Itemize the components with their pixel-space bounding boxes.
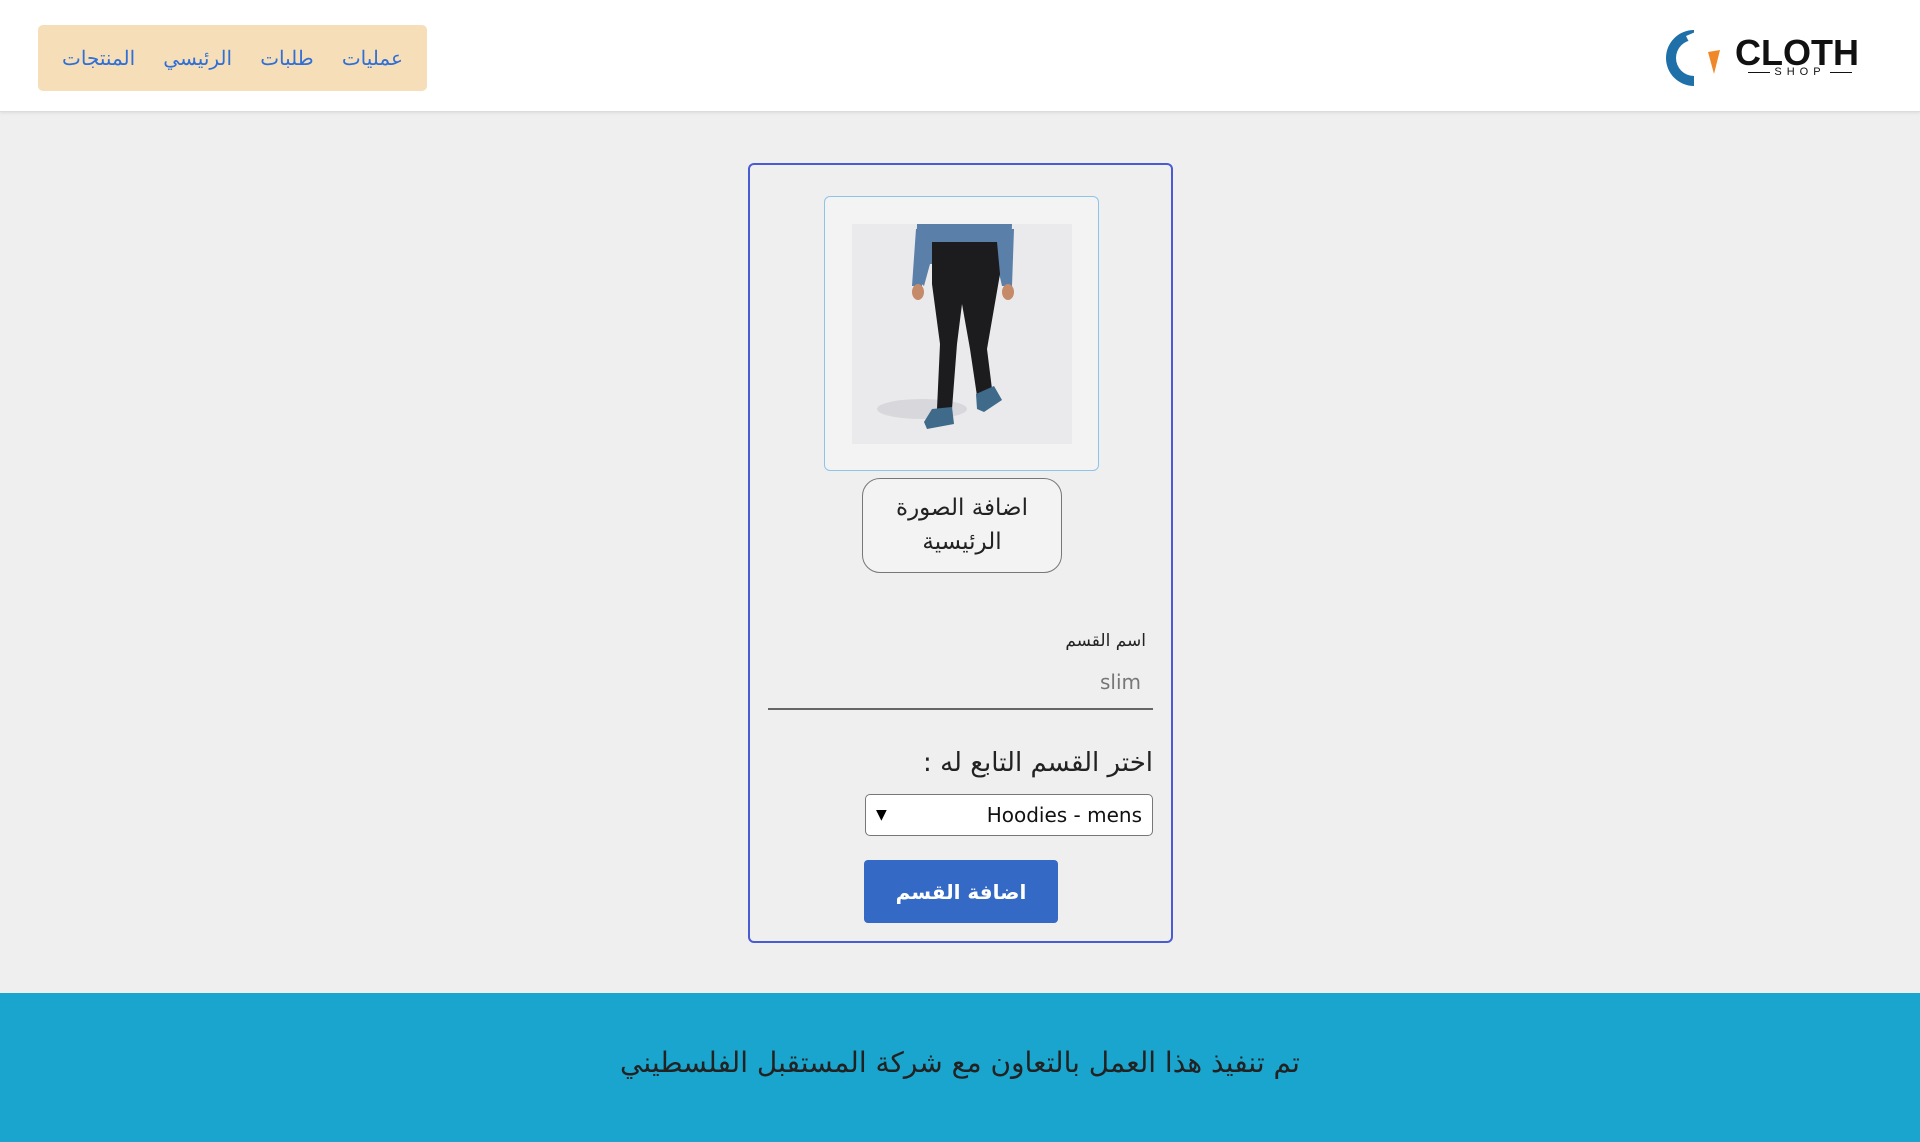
parent-category-label: اختر القسم التابع له : bbox=[923, 748, 1153, 778]
logo-subtitle: SHOP bbox=[1748, 66, 1852, 78]
footer: تم تنفيذ هذا العمل بالتعاون مع شركة المس… bbox=[0, 993, 1920, 1142]
header: عمليات طلبات الرئيسي المنتجات CLOTH SHOP bbox=[0, 0, 1920, 112]
image-preview bbox=[824, 196, 1099, 471]
upload-main-image-button[interactable]: اضافة الصورة الرئيسية bbox=[862, 478, 1062, 573]
category-name-input[interactable] bbox=[768, 656, 1153, 710]
main-nav: عمليات طلبات الرئيسي المنتجات bbox=[38, 25, 427, 91]
parent-category-value: Hoodies - mens bbox=[986, 803, 1142, 827]
brand-logo[interactable]: CLOTH SHOP bbox=[1660, 24, 1860, 90]
nav-item-orders[interactable]: طلبات bbox=[260, 46, 314, 70]
parent-category-select[interactable]: ▼ Hoodies - mens bbox=[865, 794, 1153, 836]
logo-mark-icon bbox=[1666, 30, 1720, 86]
product-image bbox=[852, 224, 1072, 444]
category-name-label: اسم القسم bbox=[1065, 631, 1146, 651]
pants-photo-icon bbox=[877, 224, 1014, 429]
nav-item-home[interactable]: الرئيسي bbox=[163, 46, 232, 70]
footer-credit: تم تنفيذ هذا العمل بالتعاون مع شركة المس… bbox=[620, 1046, 1300, 1079]
nav-item-products[interactable]: المنتجات bbox=[62, 46, 135, 70]
chevron-down-icon: ▼ bbox=[876, 807, 887, 823]
nav-item-operations[interactable]: عمليات bbox=[342, 46, 403, 70]
add-category-button[interactable]: اضافة القسم bbox=[864, 860, 1058, 923]
add-category-card: اضافة الصورة الرئيسية اسم القسم اختر الق… bbox=[748, 163, 1173, 943]
